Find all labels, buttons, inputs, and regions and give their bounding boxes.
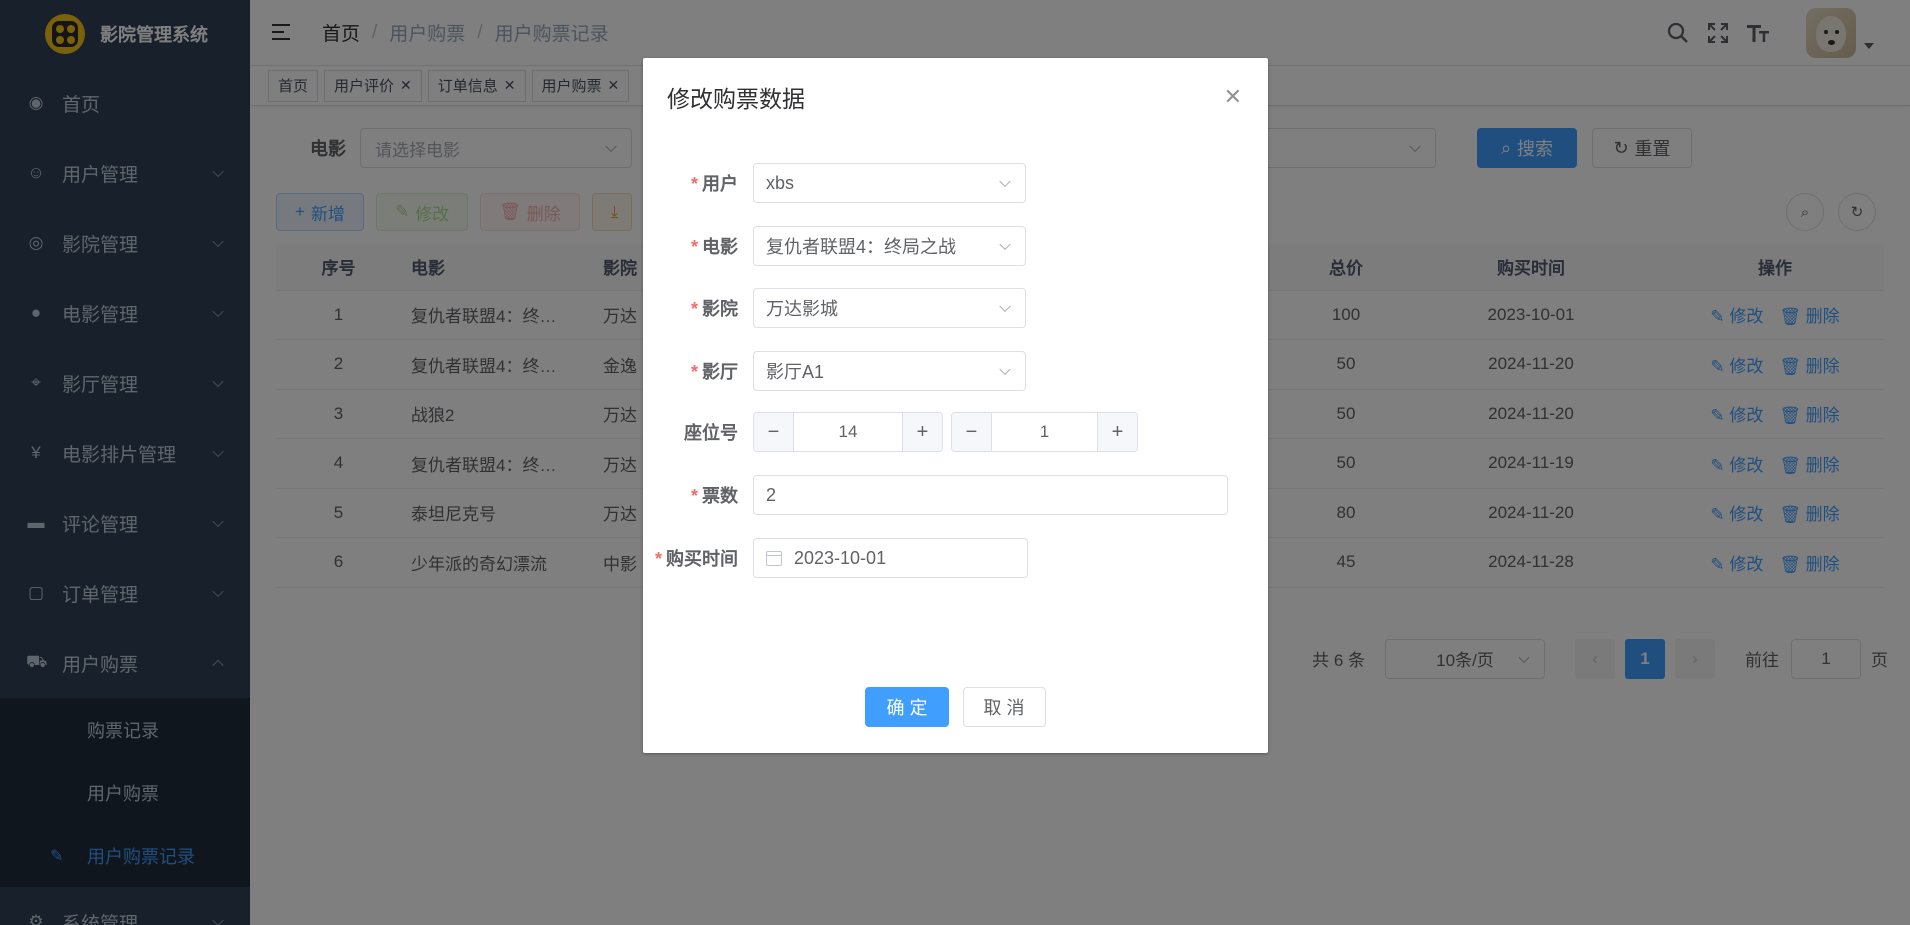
hall-select-value: 影厅A1 xyxy=(766,362,825,382)
form-row-movie: * 电影 复仇者联盟4：终局之战 xyxy=(643,226,1026,266)
close-icon[interactable]: ✕ xyxy=(1224,86,1242,108)
hall-field-label: 影厅 xyxy=(702,362,738,382)
form-row-hall: * 影厅 影厅A1 xyxy=(643,351,1026,391)
minus-button[interactable]: − xyxy=(754,413,794,451)
purchase-date-picker[interactable]: 2023-10-01 xyxy=(753,538,1028,578)
movie-field-label: 电影 xyxy=(702,237,738,257)
cinema-select[interactable]: 万达影城 xyxy=(753,288,1026,328)
form-row-count: * 票数 2 xyxy=(643,475,1228,515)
ticket-count-value: 2 xyxy=(766,484,777,505)
minus-button[interactable]: − xyxy=(952,413,992,451)
cinema-select-value: 万达影城 xyxy=(766,299,838,319)
form-row-time: * 购买时间 2023-10-01 xyxy=(643,538,1028,578)
minus-icon: − xyxy=(767,420,780,443)
form-row-cinema: * 影院 万达影城 xyxy=(643,288,1026,328)
count-field-label: 票数 xyxy=(702,486,738,506)
minus-icon: − xyxy=(965,420,978,443)
dialog-footer: 确 定 取 消 xyxy=(643,687,1268,727)
cancel-button[interactable]: 取 消 xyxy=(962,687,1046,727)
plus-button[interactable]: + xyxy=(902,413,942,451)
time-field-label: 购买时间 xyxy=(666,549,738,569)
chevron-down-icon xyxy=(999,175,1011,188)
seat-col-input[interactable]: 1 xyxy=(992,413,1097,451)
plus-icon: + xyxy=(1111,420,1124,443)
dialog-title: 修改购票数据 xyxy=(667,86,805,112)
hall-select[interactable]: 影厅A1 xyxy=(753,351,1026,391)
seat-row-input[interactable]: 14 xyxy=(794,413,902,451)
movie-select[interactable]: 复仇者联盟4：终局之战 xyxy=(753,226,1026,266)
edit-ticket-dialog: 修改购票数据 ✕ * 用户 xbs * 电影 复仇者联盟4：终局之战 * 影院 万达影… xyxy=(643,58,1268,753)
purchase-date-value: 2023-10-01 xyxy=(794,547,887,568)
form-row-user: * 用户 xbs xyxy=(643,163,1026,203)
plus-icon: + xyxy=(916,420,929,443)
plus-button[interactable]: + xyxy=(1097,413,1137,451)
form-row-seat: 座位号 − 14 + − 1 + xyxy=(643,412,1146,452)
seat-col-stepper: − 1 + xyxy=(951,412,1138,452)
chevron-down-icon xyxy=(999,238,1011,251)
user-field-label: 用户 xyxy=(702,174,738,194)
user-select[interactable]: xbs xyxy=(753,163,1026,203)
cinema-field-label: 影院 xyxy=(702,299,738,319)
calendar-icon xyxy=(766,550,782,566)
chevron-down-icon xyxy=(999,363,1011,376)
ticket-count-input[interactable]: 2 xyxy=(753,475,1228,515)
seat-row-stepper: − 14 + xyxy=(753,412,943,452)
movie-select-value: 复仇者联盟4：终局之战 xyxy=(766,237,957,257)
chevron-down-icon xyxy=(999,300,1011,313)
seat-field-label: 座位号 xyxy=(684,423,738,443)
user-select-value: xbs xyxy=(766,172,795,193)
confirm-button[interactable]: 确 定 xyxy=(865,687,949,727)
